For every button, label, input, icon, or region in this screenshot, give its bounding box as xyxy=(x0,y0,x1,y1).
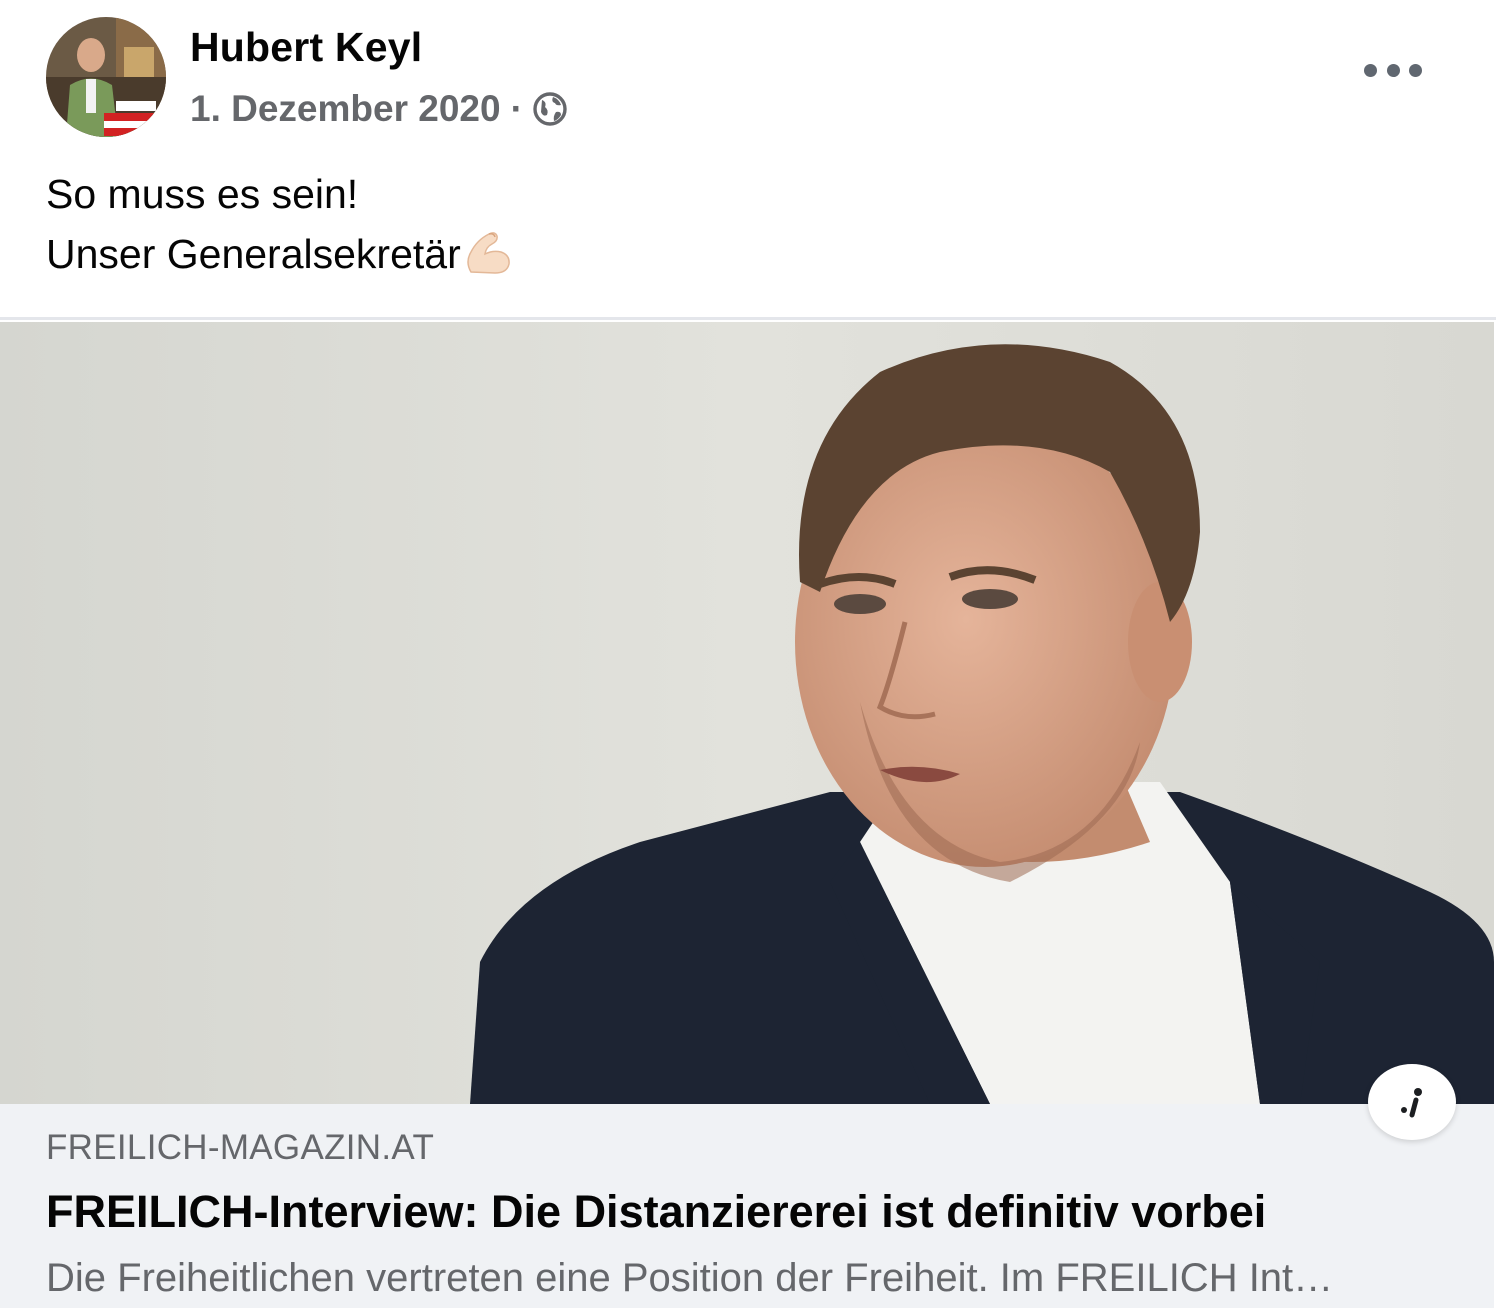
link-title[interactable]: FREILICH-Interview: Die Distanziererei i… xyxy=(46,1186,1266,1238)
link-domain: FREILICH-MAGAZIN.AT xyxy=(46,1128,435,1167)
author-name[interactable]: Hubert Keyl xyxy=(190,24,422,71)
dot xyxy=(1409,63,1422,77)
link-preview-image[interactable] xyxy=(0,322,1494,1104)
divider xyxy=(0,317,1496,320)
more-options-icon[interactable] xyxy=(1364,54,1422,86)
globe-icon[interactable] xyxy=(531,90,569,128)
link-description: Die Freiheitlichen vertreten eine Positi… xyxy=(46,1256,1334,1300)
dot xyxy=(1386,63,1400,77)
facebook-post: Hubert Keyl 1. Dezember 2020 · So muss e… xyxy=(0,0,1502,1308)
info-icon[interactable] xyxy=(1368,1064,1456,1140)
post-text-line-1: So muss es sein! xyxy=(46,171,359,217)
post-meta: 1. Dezember 2020 · xyxy=(190,86,569,132)
post-text-line-2: Unser Generalsekretär xyxy=(46,224,513,284)
dot xyxy=(1364,63,1377,77)
post-text-line-2-text: Unser Generalsekretär xyxy=(46,231,461,277)
flexed-biceps-emoji-icon xyxy=(463,228,513,276)
post-date[interactable]: 1. Dezember 2020 xyxy=(190,88,501,130)
author-avatar[interactable] xyxy=(46,17,166,137)
post-text: So muss es sein! Unser Generalsekretär xyxy=(46,164,513,284)
meta-separator: · xyxy=(510,88,523,129)
